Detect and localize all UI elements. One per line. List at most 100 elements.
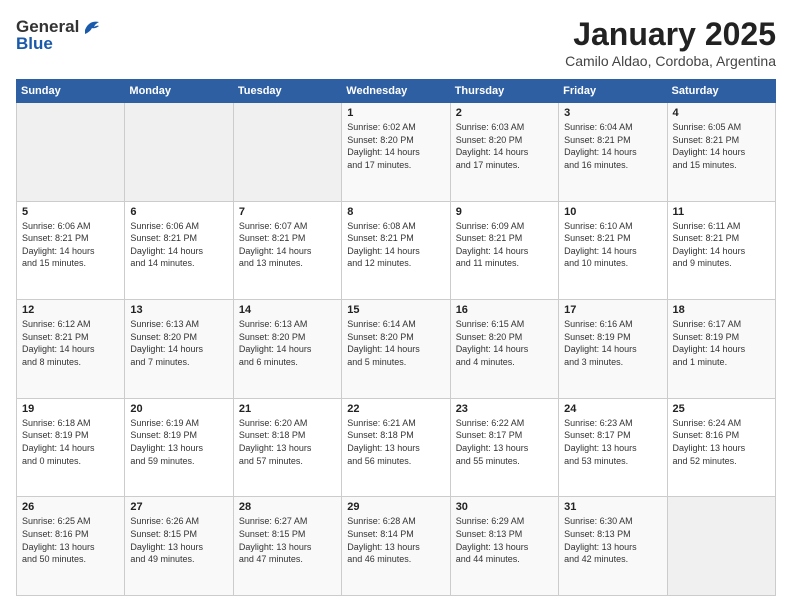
day-info: Sunrise: 6:04 AM Sunset: 8:21 PM Dayligh… <box>564 121 661 171</box>
page: General Blue January 2025 Camilo Aldao, … <box>0 0 792 612</box>
calendar-week-row: 5 Sunrise: 6:06 AM Sunset: 8:21 PM Daylig… <box>17 201 776 300</box>
day-info: Sunrise: 6:13 AM Sunset: 8:20 PM Dayligh… <box>130 318 227 368</box>
calendar-cell: 25 Sunrise: 6:24 AM Sunset: 8:16 PM Dayli… <box>667 398 775 497</box>
day-info: Sunrise: 6:10 AM Sunset: 8:21 PM Dayligh… <box>564 220 661 270</box>
day-info: Sunrise: 6:19 AM Sunset: 8:19 PM Dayligh… <box>130 417 227 467</box>
day-number: 30 <box>456 501 553 513</box>
weekday-header: Tuesday <box>233 80 341 103</box>
day-number: 21 <box>239 403 336 415</box>
weekday-header: Saturday <box>667 80 775 103</box>
calendar-cell: 16Sunrise: 6:15 AM Sunset: 8:20 PM Dayli… <box>450 300 558 399</box>
calendar-cell: 27Sunrise: 6:26 AM Sunset: 8:15 PM Dayli… <box>125 497 233 596</box>
day-number: 7 <box>239 206 336 218</box>
day-info: Sunrise: 6:29 AM Sunset: 8:13 PM Dayligh… <box>456 515 553 565</box>
day-number: 29 <box>347 501 444 513</box>
day-number: 26 <box>22 501 119 513</box>
day-info: Sunrise: 6:21 AM Sunset: 8:18 PM Dayligh… <box>347 417 444 467</box>
day-number: 28 <box>239 501 336 513</box>
day-info: Sunrise: 6:17 AM Sunset: 8:19 PM Dayligh… <box>673 318 770 368</box>
header: General Blue January 2025 Camilo Aldao, … <box>16 16 776 69</box>
day-number: 4 <box>673 107 770 119</box>
title-block: January 2025 Camilo Aldao, Cordoba, Arge… <box>565 16 776 69</box>
day-info: Sunrise: 6:23 AM Sunset: 8:17 PM Dayligh… <box>564 417 661 467</box>
day-number: 27 <box>130 501 227 513</box>
day-number: 14 <box>239 304 336 316</box>
calendar-cell: 15 Sunrise: 6:14 AM Sunset: 8:20 PM Dayli… <box>342 300 450 399</box>
calendar-cell: 8 Sunrise: 6:08 AM Sunset: 8:21 PM Daylig… <box>342 201 450 300</box>
weekday-header: Sunday <box>17 80 125 103</box>
day-number: 12 <box>22 304 119 316</box>
day-info: Sunrise: 6:13 AM Sunset: 8:20 PM Dayligh… <box>239 318 336 368</box>
calendar-cell: 28 Sunrise: 6:27 AM Sunset: 8:15 PM Dayli… <box>233 497 341 596</box>
calendar-cell: 4 Sunrise: 6:05 AM Sunset: 8:21 PM Daylig… <box>667 103 775 202</box>
weekday-header: Wednesday <box>342 80 450 103</box>
day-info: Sunrise: 6:11 AM Sunset: 8:21 PM Dayligh… <box>673 220 770 270</box>
calendar-cell: 3 Sunrise: 6:04 AM Sunset: 8:21 PM Daylig… <box>559 103 667 202</box>
calendar-week-row: 12 Sunrise: 6:12 AM Sunset: 8:21 PM Dayli… <box>17 300 776 399</box>
calendar-cell: 13 Sunrise: 6:13 AM Sunset: 8:20 PM Dayli… <box>125 300 233 399</box>
day-info: Sunrise: 6:20 AM Sunset: 8:18 PM Dayligh… <box>239 417 336 467</box>
calendar-cell <box>17 103 125 202</box>
calendar-cell: 26 Sunrise: 6:25 AM Sunset: 8:16 PM Dayli… <box>17 497 125 596</box>
calendar-table: SundayMondayTuesdayWednesdayThursdayFrid… <box>16 79 776 596</box>
day-info: Sunrise: 6:12 AM Sunset: 8:21 PM Dayligh… <box>22 318 119 368</box>
calendar-cell <box>233 103 341 202</box>
day-info: Sunrise: 6:15 AM Sunset: 8:20 PM Dayligh… <box>456 318 553 368</box>
day-number: 5 <box>22 206 119 218</box>
day-number: 24 <box>564 403 661 415</box>
calendar-week-row: 26 Sunrise: 6:25 AM Sunset: 8:16 PM Dayli… <box>17 497 776 596</box>
day-info: Sunrise: 6:05 AM Sunset: 8:21 PM Dayligh… <box>673 121 770 171</box>
calendar-cell: 18 Sunrise: 6:17 AM Sunset: 8:19 PM Dayli… <box>667 300 775 399</box>
calendar-cell: 11 Sunrise: 6:11 AM Sunset: 8:21 PM Dayli… <box>667 201 775 300</box>
calendar-cell: 29 Sunrise: 6:28 AM Sunset: 8:14 PM Dayli… <box>342 497 450 596</box>
day-number: 22 <box>347 403 444 415</box>
day-number: 17 <box>564 304 661 316</box>
day-number: 9 <box>456 206 553 218</box>
logo: General Blue <box>16 16 103 54</box>
day-info: Sunrise: 6:08 AM Sunset: 8:21 PM Dayligh… <box>347 220 444 270</box>
logo-bird-icon <box>81 16 103 38</box>
calendar-cell: 22 Sunrise: 6:21 AM Sunset: 8:18 PM Dayli… <box>342 398 450 497</box>
weekday-header: Thursday <box>450 80 558 103</box>
day-info: Sunrise: 6:28 AM Sunset: 8:14 PM Dayligh… <box>347 515 444 565</box>
day-number: 19 <box>22 403 119 415</box>
day-info: Sunrise: 6:18 AM Sunset: 8:19 PM Dayligh… <box>22 417 119 467</box>
day-number: 15 <box>347 304 444 316</box>
calendar-cell: 24 Sunrise: 6:23 AM Sunset: 8:17 PM Dayli… <box>559 398 667 497</box>
calendar-cell: 7 Sunrise: 6:07 AM Sunset: 8:21 PM Daylig… <box>233 201 341 300</box>
calendar-week-row: 1Sunrise: 6:02 AM Sunset: 8:20 PM Daylig… <box>17 103 776 202</box>
day-info: Sunrise: 6:02 AM Sunset: 8:20 PM Dayligh… <box>347 121 444 171</box>
day-info: Sunrise: 6:27 AM Sunset: 8:15 PM Dayligh… <box>239 515 336 565</box>
day-number: 8 <box>347 206 444 218</box>
day-number: 11 <box>673 206 770 218</box>
day-number: 3 <box>564 107 661 119</box>
day-number: 25 <box>673 403 770 415</box>
location-subtitle: Camilo Aldao, Cordoba, Argentina <box>565 53 776 69</box>
day-number: 6 <box>130 206 227 218</box>
day-info: Sunrise: 6:06 AM Sunset: 8:21 PM Dayligh… <box>22 220 119 270</box>
day-info: Sunrise: 6:24 AM Sunset: 8:16 PM Dayligh… <box>673 417 770 467</box>
calendar-cell: 1Sunrise: 6:02 AM Sunset: 8:20 PM Daylig… <box>342 103 450 202</box>
calendar-cell: 30 Sunrise: 6:29 AM Sunset: 8:13 PM Dayli… <box>450 497 558 596</box>
day-number: 20 <box>130 403 227 415</box>
day-number: 18 <box>673 304 770 316</box>
calendar-cell <box>125 103 233 202</box>
day-number: 23 <box>456 403 553 415</box>
calendar-cell: 31 Sunrise: 6:30 AM Sunset: 8:13 PM Dayli… <box>559 497 667 596</box>
day-info: Sunrise: 6:03 AM Sunset: 8:20 PM Dayligh… <box>456 121 553 171</box>
calendar-week-row: 19 Sunrise: 6:18 AM Sunset: 8:19 PM Dayli… <box>17 398 776 497</box>
day-number: 13 <box>130 304 227 316</box>
day-number: 10 <box>564 206 661 218</box>
day-info: Sunrise: 6:09 AM Sunset: 8:21 PM Dayligh… <box>456 220 553 270</box>
day-info: Sunrise: 6:25 AM Sunset: 8:16 PM Dayligh… <box>22 515 119 565</box>
day-number: 31 <box>564 501 661 513</box>
calendar-cell: 2Sunrise: 6:03 AM Sunset: 8:20 PM Daylig… <box>450 103 558 202</box>
day-info: Sunrise: 6:16 AM Sunset: 8:19 PM Dayligh… <box>564 318 661 368</box>
weekday-header-row: SundayMondayTuesdayWednesdayThursdayFrid… <box>17 80 776 103</box>
calendar-cell: 10 Sunrise: 6:10 AM Sunset: 8:21 PM Dayli… <box>559 201 667 300</box>
day-info: Sunrise: 6:14 AM Sunset: 8:20 PM Dayligh… <box>347 318 444 368</box>
day-info: Sunrise: 6:07 AM Sunset: 8:21 PM Dayligh… <box>239 220 336 270</box>
calendar-cell: 17 Sunrise: 6:16 AM Sunset: 8:19 PM Dayli… <box>559 300 667 399</box>
day-info: Sunrise: 6:30 AM Sunset: 8:13 PM Dayligh… <box>564 515 661 565</box>
calendar-cell: 20 Sunrise: 6:19 AM Sunset: 8:19 PM Dayli… <box>125 398 233 497</box>
